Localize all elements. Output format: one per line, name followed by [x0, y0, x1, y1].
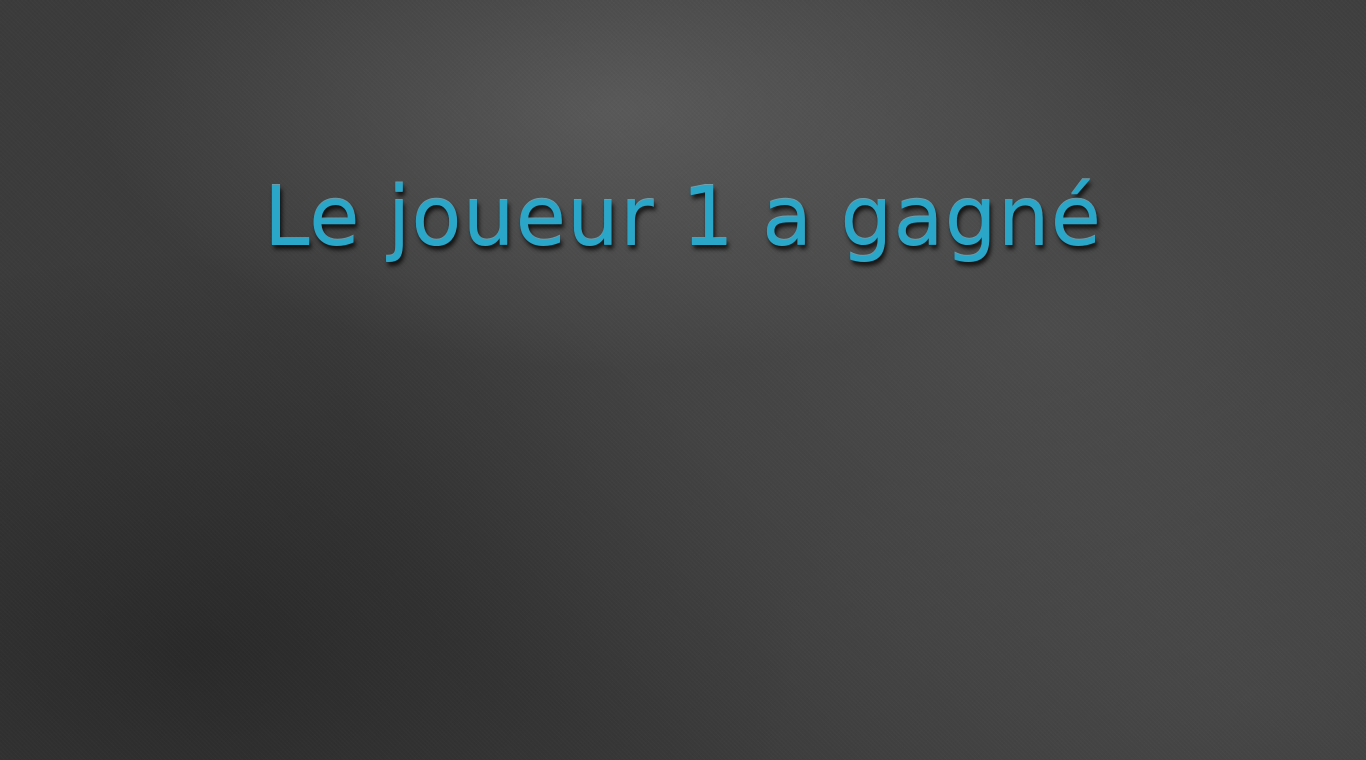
background-texture — [0, 0, 1366, 760]
game-over-screen: Le joueur 1 a gagné — [0, 0, 1366, 760]
winner-message: Le joueur 1 a gagné — [263, 170, 1103, 265]
